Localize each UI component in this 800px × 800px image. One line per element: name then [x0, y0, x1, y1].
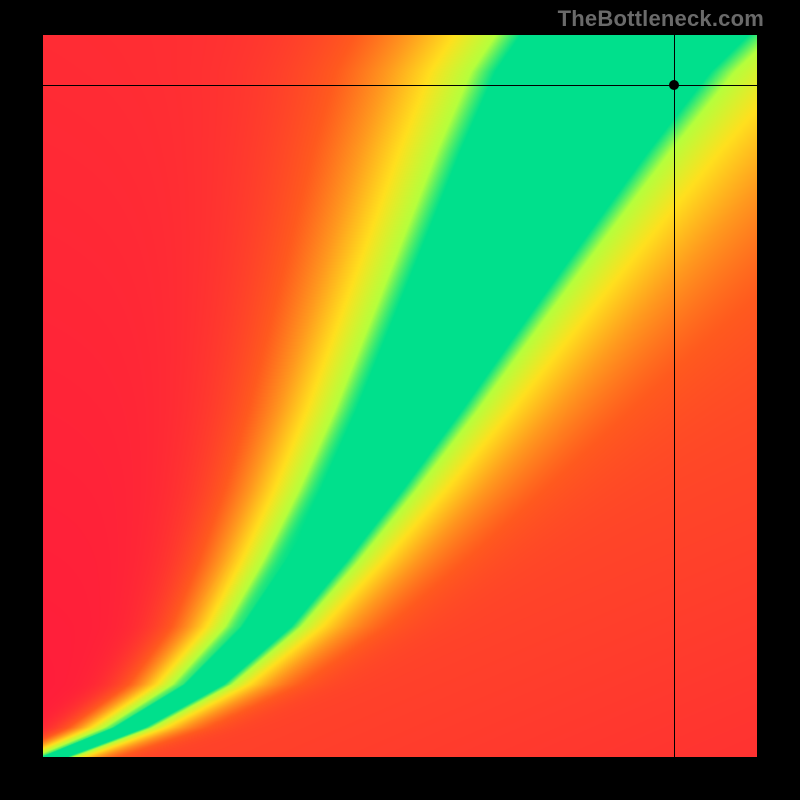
watermark-text: TheBottleneck.com — [558, 6, 764, 32]
crosshair-vertical — [674, 35, 675, 757]
heatmap-plot — [43, 35, 757, 757]
crosshair-horizontal — [43, 85, 757, 86]
heatmap-canvas — [43, 35, 757, 757]
chart-container: TheBottleneck.com — [0, 0, 800, 800]
marker-dot — [669, 80, 679, 90]
